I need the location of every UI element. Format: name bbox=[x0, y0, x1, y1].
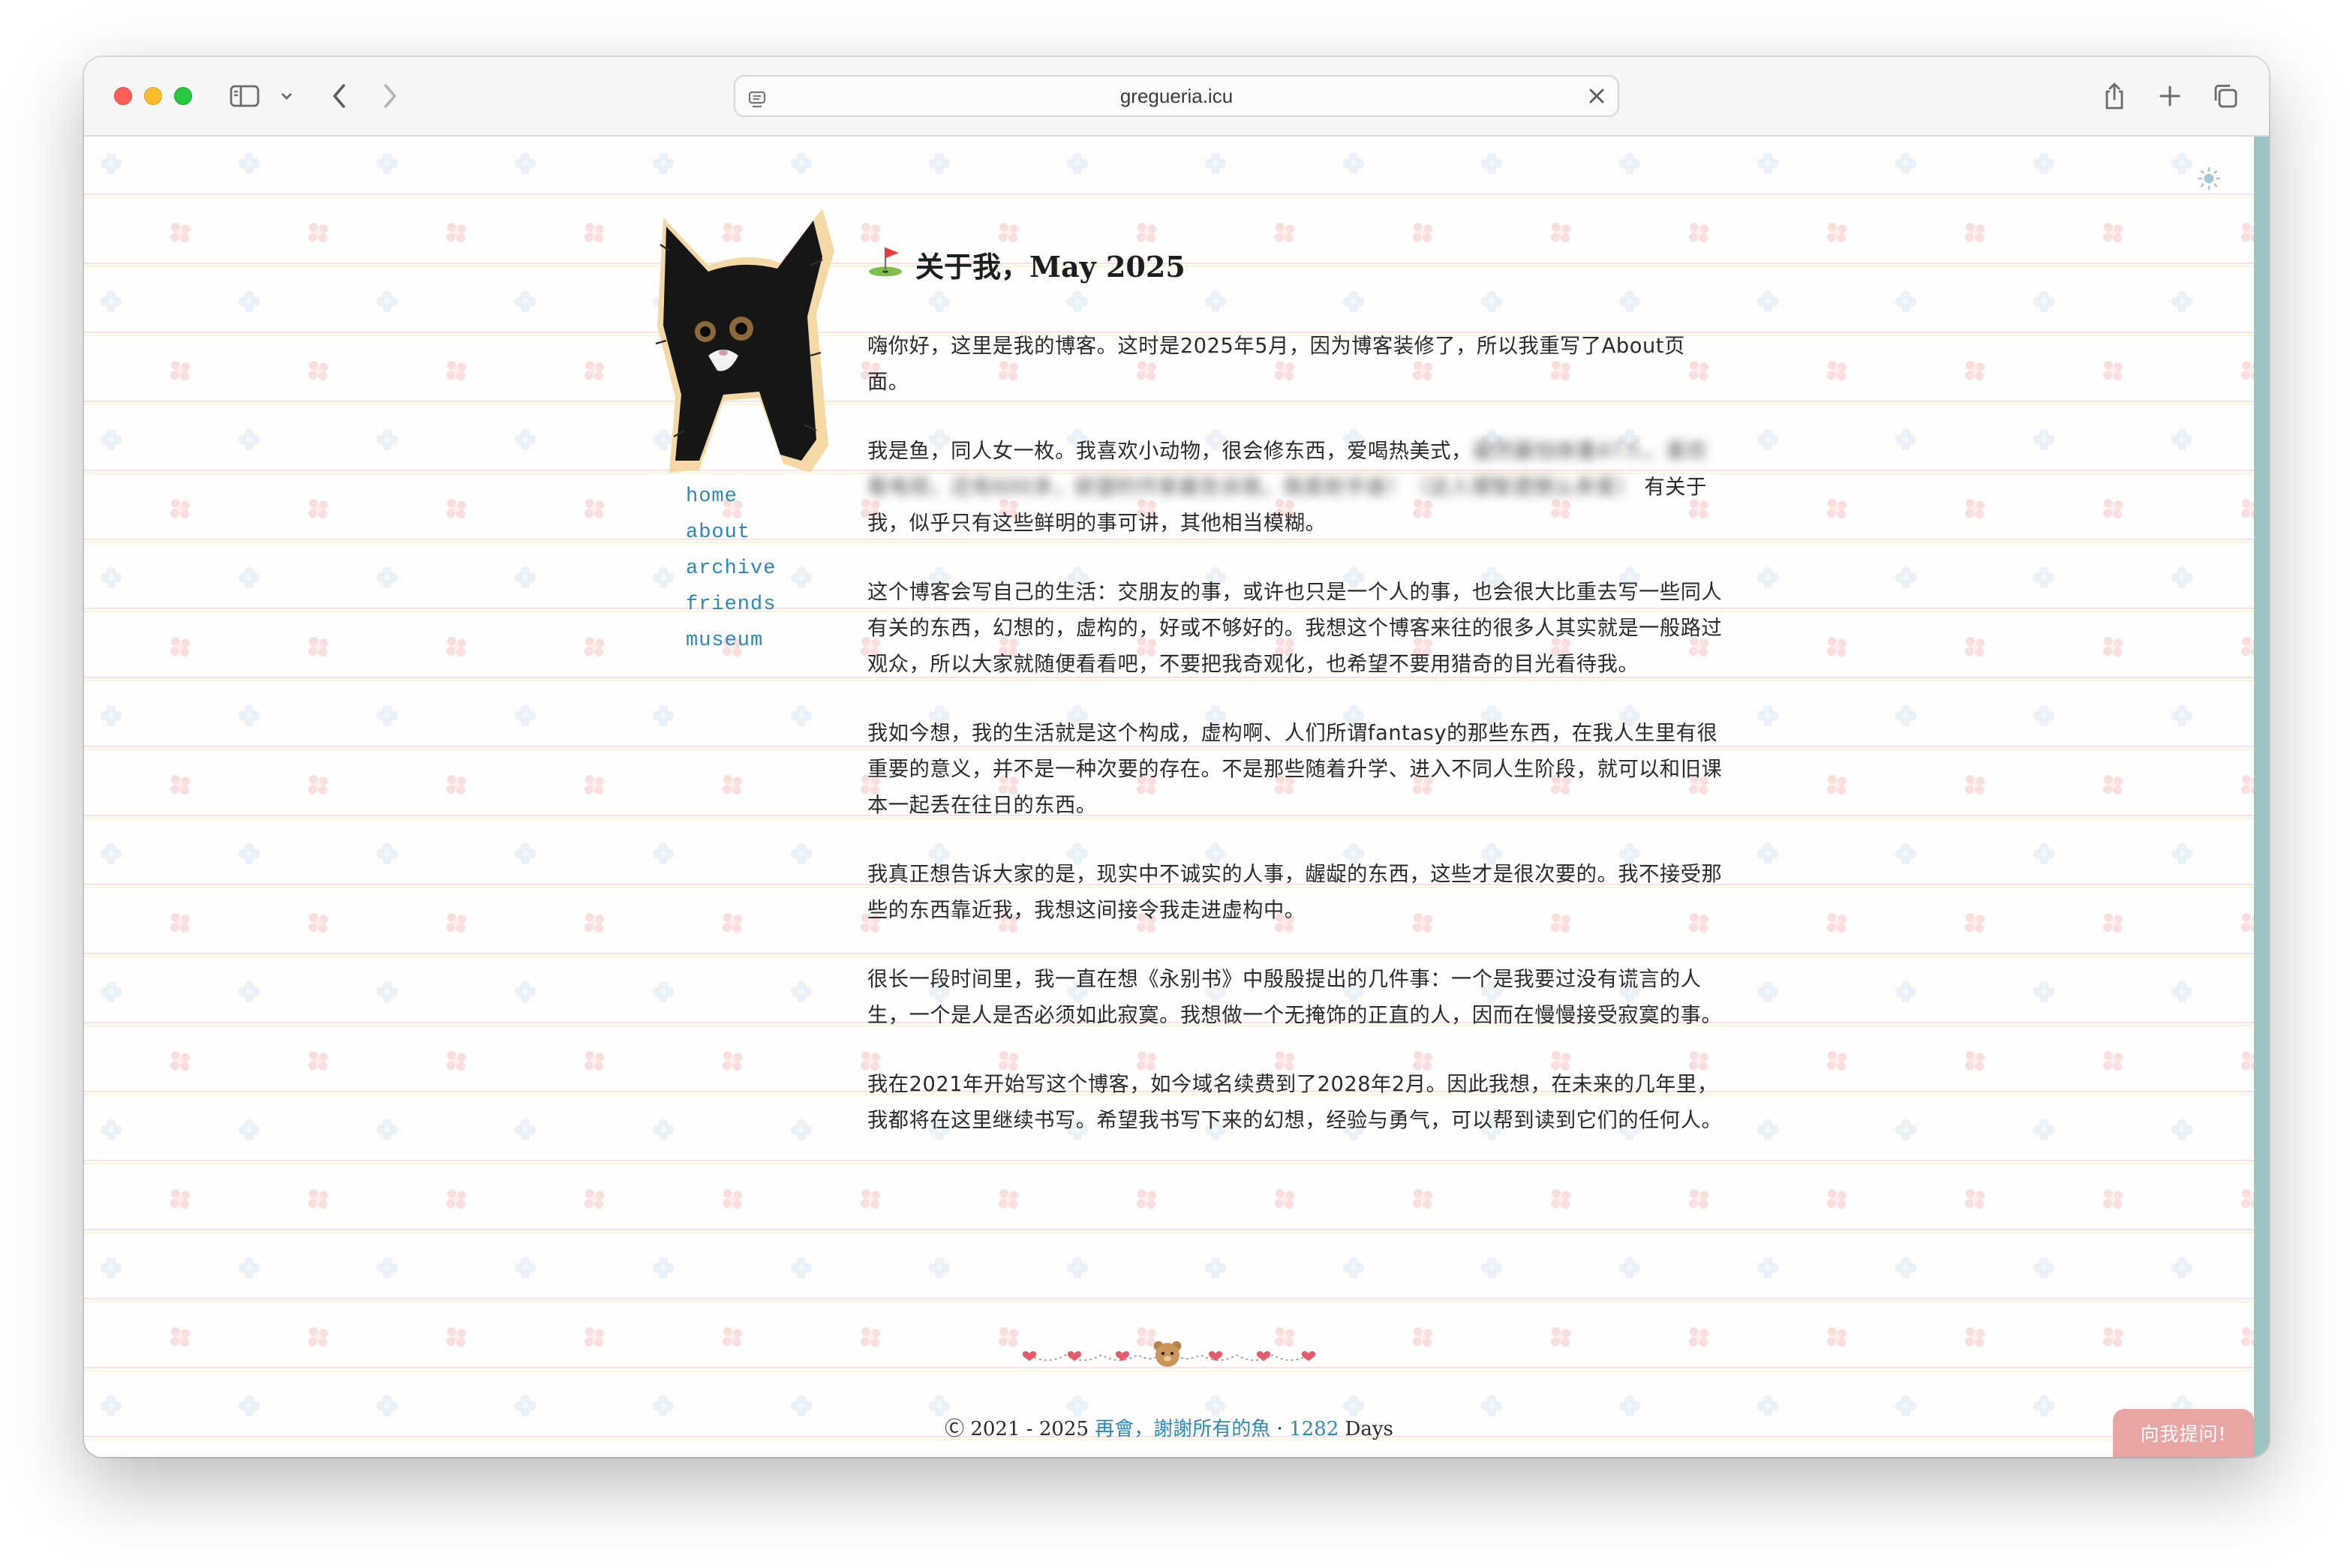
close-window-button[interactable] bbox=[114, 87, 132, 105]
paragraph-honesty: 我真正想告诉大家的是，现实中不诚实的人事，龌龊的东西，这些才是很次要的。我不接受… bbox=[867, 863, 1723, 922]
footer-separator: · bbox=[1276, 1418, 1283, 1440]
nav-about[interactable]: about bbox=[686, 515, 776, 551]
browser-window: gregueria.icu home about archive friends… bbox=[84, 57, 2269, 1457]
url-text: gregueria.icu bbox=[1119, 84, 1234, 107]
new-tab-icon[interactable] bbox=[2153, 78, 2186, 114]
copyright: Ⓒ 2021 - 2025 bbox=[945, 1418, 1089, 1440]
site-footer: Ⓒ 2021 - 2025 再會，謝謝所有的魚 · 1282 Days bbox=[84, 1413, 2254, 1441]
ask-question-button[interactable]: 向我提问! bbox=[2113, 1409, 2254, 1457]
paragraph-intro: 嗨你好，这里是我的博客。这时是2025年5月，因为博客装修了，所以我重写了Abo… bbox=[867, 335, 1685, 394]
scrollbar[interactable] bbox=[2254, 137, 2269, 1457]
nav-museum[interactable]: museum bbox=[686, 623, 776, 659]
minimize-window-button[interactable] bbox=[144, 87, 162, 105]
forward-icon[interactable] bbox=[375, 78, 405, 114]
page-icon bbox=[747, 87, 767, 116]
theme-toggle-sun-icon[interactable] bbox=[2197, 167, 2221, 197]
black-cat-avatar[interactable] bbox=[654, 206, 842, 479]
nav-home[interactable]: home bbox=[686, 479, 776, 515]
back-icon[interactable] bbox=[324, 78, 354, 114]
days-count: 1282 bbox=[1289, 1418, 1339, 1440]
clear-icon[interactable] bbox=[1585, 84, 1609, 113]
sidebar-icon[interactable] bbox=[228, 78, 261, 114]
post-content: 关于我，May 2025 嗨你好，这里是我的博客。这时是2025年5月，因为博客… bbox=[867, 242, 1723, 1139]
days-label: Days bbox=[1345, 1418, 1393, 1440]
paragraph-future: 我在2021年开始写这个博客，如今域名续费到了2028年2月。因此我想，在未来的… bbox=[867, 1073, 1723, 1132]
nav-friends[interactable]: friends bbox=[686, 587, 776, 623]
paragraph-fantasy: 我如今想，我的生活就是这个构成，虚构啊、人们所谓fantasy的那些东西，在我人… bbox=[867, 722, 1723, 817]
title-text: 关于我，May 2025 bbox=[915, 249, 1186, 284]
hearts-bear-divider bbox=[1022, 1341, 1316, 1367]
paragraph-loneliness: 很长一段时间里，我一直在想《永别书》中殷殷提出的几件事：一个是我要过没有谎言的人… bbox=[867, 968, 1723, 1027]
address-bar[interactable]: gregueria.icu bbox=[734, 75, 1619, 117]
tabs-overview-icon[interactable] bbox=[2209, 78, 2242, 114]
paragraph-blog: 这个博客会写自己的生活：交朋友的事，或许也只是一个人的事，也会很大比重去写一些同… bbox=[867, 581, 1723, 676]
paragraph-self-visible: 我是鱼，同人女一枚。我喜欢小动物，很会修东西，爱喝热美式， bbox=[867, 440, 1472, 463]
paragraph-self: 我是鱼，同人女一枚。我喜欢小动物，很会修东西，爱喝热美式，虽然最怕体重47人，喜… bbox=[867, 434, 1723, 542]
site-nav: home about archive friends museum bbox=[686, 479, 776, 659]
footer-motto-link[interactable]: 再會，謝謝所有的魚 bbox=[1095, 1418, 1270, 1440]
share-icon[interactable] bbox=[2098, 78, 2131, 114]
chevron-down-icon[interactable] bbox=[276, 78, 297, 114]
page-title: 关于我，May 2025 bbox=[867, 242, 1723, 287]
browser-toolbar: gregueria.icu bbox=[84, 57, 2269, 137]
zoom-window-button[interactable] bbox=[174, 87, 192, 105]
golf-flag-icon bbox=[867, 245, 903, 284]
page-viewport: home about archive friends museum 关于我，Ma… bbox=[84, 137, 2269, 1457]
nav-archive[interactable]: archive bbox=[686, 551, 776, 587]
